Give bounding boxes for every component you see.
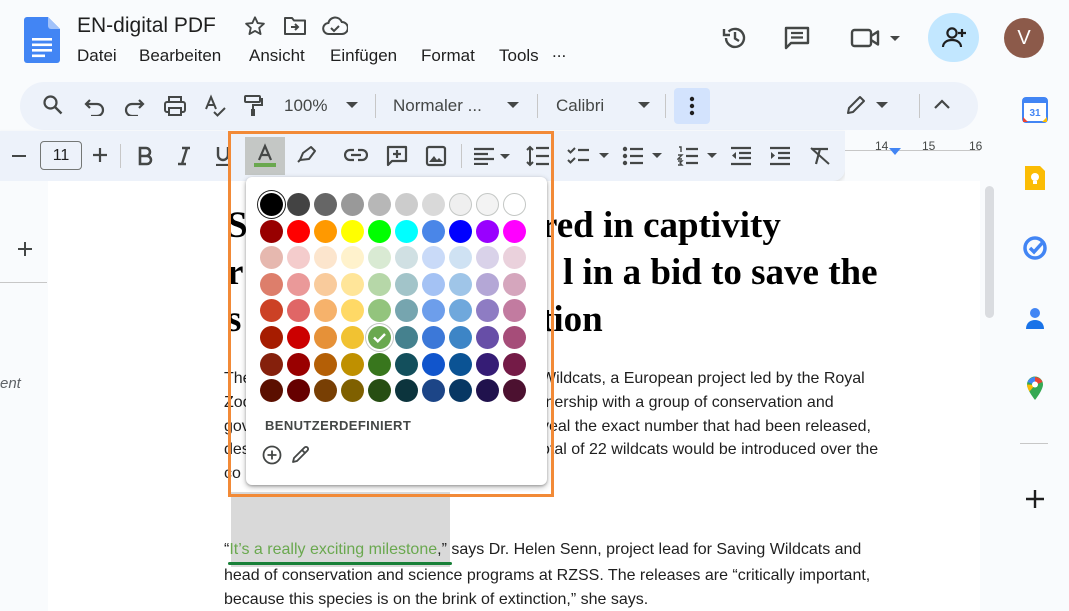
menu-format[interactable]: Format [421, 46, 475, 66]
toolbar-divider [919, 94, 920, 118]
main-toolbar: 100% Normaler ... Calibri [20, 82, 978, 130]
toolbar-divider [537, 94, 538, 118]
font-dropdown-icon[interactable] [638, 102, 650, 109]
paragraph-line: because this species is on the brink of … [224, 591, 649, 608]
increase-indent-icon[interactable] [769, 146, 791, 166]
bulleted-list-icon[interactable] [622, 146, 666, 166]
menu-edit[interactable]: Bearbeiten [139, 46, 221, 66]
meet-video-icon[interactable] [850, 27, 902, 49]
checklist-icon[interactable] [567, 146, 611, 166]
quote-line: “It’s a really exciting milestone,” says… [224, 541, 861, 559]
side-panel-divider [1020, 443, 1048, 444]
menu-insert[interactable]: Einfügen [330, 46, 397, 66]
italic-icon[interactable] [176, 146, 192, 166]
share-button[interactable] [928, 13, 979, 62]
style-dropdown-icon[interactable] [507, 102, 519, 109]
comments-icon[interactable] [783, 25, 811, 51]
collapse-menus-icon[interactable] [934, 99, 950, 109]
paragraph-fragment: Wildcats, a European project led by the … [541, 370, 865, 387]
zoom-select[interactable]: 100% [284, 96, 327, 116]
redo-icon[interactable] [123, 96, 145, 116]
quote-rest: ,” says Dr. Helen Senn, project lead for… [437, 541, 862, 558]
toolbar-divider [665, 94, 666, 118]
contacts-icon[interactable] [1022, 305, 1048, 331]
ruler[interactable]: 14 15 16 [845, 131, 983, 181]
paragraph-fragment: veal the exact number that had been rele… [541, 418, 871, 435]
star-icon[interactable] [244, 15, 266, 37]
paint-format-icon[interactable] [242, 94, 264, 118]
ruler-tick: 15 [922, 139, 936, 153]
ruler-tick: 14 [875, 139, 889, 153]
get-addons-icon[interactable] [1022, 486, 1048, 512]
tasks-icon[interactable] [1022, 235, 1048, 261]
document-outline-rail: ent [0, 181, 48, 611]
paragraph-line: head of conservation and science program… [224, 567, 871, 584]
editing-mode-dropdown-icon[interactable] [876, 102, 888, 109]
more-options-button[interactable] [674, 88, 710, 124]
ruler-baseline [845, 150, 980, 151]
zoom-dropdown-icon[interactable] [346, 102, 358, 109]
outline-text: ent [0, 375, 21, 392]
document-title[interactable]: EN-digital PDF [77, 14, 216, 38]
decrease-font-size-icon[interactable] [12, 155, 26, 157]
font-size-input[interactable]: 11 [40, 141, 82, 170]
vertical-scrollbar-thumb[interactable] [985, 186, 994, 318]
menu-file[interactable]: Datei [77, 46, 117, 66]
heading-fragment: red in captivity [541, 205, 781, 246]
add-tab-icon[interactable] [17, 241, 33, 257]
right-indent-marker-icon[interactable] [889, 148, 901, 156]
decrease-indent-icon[interactable] [730, 146, 752, 166]
increase-font-size-icon[interactable] [92, 147, 108, 163]
bold-icon[interactable] [137, 146, 153, 166]
heading-line: l in a bid to save the [563, 251, 878, 294]
numbered-list-icon[interactable] [677, 146, 721, 166]
green-underline-mark [228, 562, 452, 565]
move-folder-icon[interactable] [283, 15, 307, 37]
annotation-frame [228, 131, 554, 497]
paragraph-fragment: tnership with a group of conservation an… [541, 394, 834, 411]
cloud-saved-icon[interactable] [322, 16, 348, 36]
paragraph-fragment: otal of 22 wildcats would be introduced … [541, 441, 879, 458]
font-family-select[interactable]: Calibri [556, 96, 604, 116]
toolbar-divider [375, 94, 376, 118]
heading-line: red in captivity [541, 204, 781, 247]
green-highlighted-text[interactable]: It’s a really exciting milestone [229, 541, 437, 558]
menu-more[interactable]: ... [552, 42, 566, 62]
spellcheck-icon[interactable] [203, 94, 227, 118]
docs-logo-icon[interactable] [24, 17, 60, 63]
maps-icon[interactable] [1022, 375, 1048, 401]
side-panel [1004, 80, 1069, 611]
calendar-icon[interactable]: 31 [1022, 97, 1048, 123]
keep-icon[interactable] [1022, 165, 1048, 191]
outline-divider [0, 282, 47, 283]
menu-tools[interactable]: Tools [499, 46, 539, 66]
svg-text:31: 31 [1029, 108, 1041, 119]
menu-view[interactable]: Ansicht [249, 46, 305, 66]
paragraph-style-select[interactable]: Normaler ... [393, 96, 482, 116]
editing-mode-pen-icon[interactable] [845, 94, 867, 116]
heading-fragment: l in a bid to save the [563, 252, 878, 293]
search-menus-icon[interactable] [42, 94, 64, 116]
user-avatar[interactable]: V [1004, 18, 1044, 58]
print-icon[interactable] [163, 95, 187, 117]
undo-icon[interactable] [84, 96, 106, 116]
ruler-tick: 16 [969, 139, 983, 153]
version-history-icon[interactable] [721, 24, 749, 52]
clear-formatting-icon[interactable] [809, 146, 831, 166]
toolbar-divider [120, 144, 121, 168]
